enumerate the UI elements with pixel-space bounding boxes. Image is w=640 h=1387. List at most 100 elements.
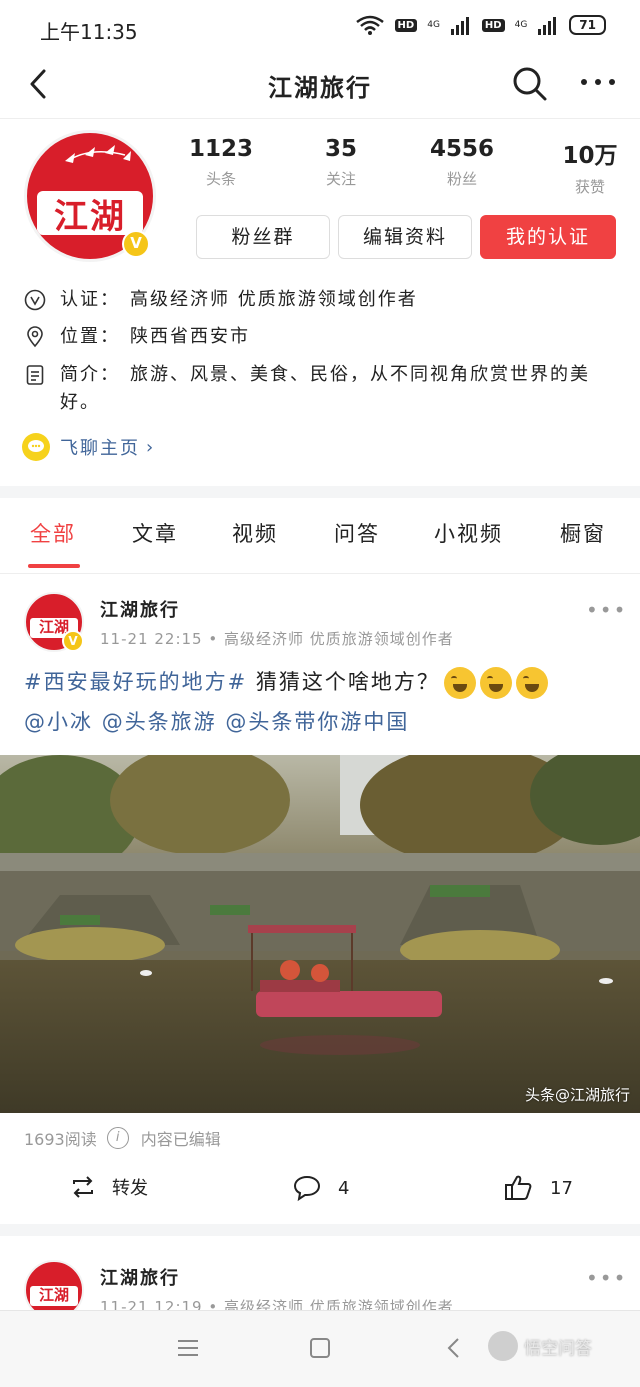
stat-label: 头条 bbox=[205, 170, 236, 188]
comment-bubble-icon bbox=[293, 1175, 321, 1202]
avatar-kites-icon bbox=[65, 145, 131, 163]
laughing-tears-emoji-icon: 😂 bbox=[479, 667, 512, 699]
feiliao-chat-icon bbox=[22, 433, 50, 461]
post-body: #西安最好玩的地方# 猜猜这个啥地方？😂😂😂 @小冰 @头条旅游 @头条带你游中… bbox=[24, 662, 624, 742]
active-tab-indicator bbox=[28, 564, 80, 568]
menu-icon[interactable] bbox=[176, 1337, 200, 1359]
edit-profile-button[interactable]: 编辑资料 bbox=[338, 215, 472, 259]
tab-all[interactable]: 全部 bbox=[30, 518, 76, 548]
avatar-logo-text: 江湖 bbox=[38, 1286, 69, 1304]
nav-divider bbox=[0, 118, 640, 119]
stat-label: 获赞 bbox=[574, 178, 605, 196]
my-verification-button[interactable]: 我的认证 bbox=[480, 215, 616, 259]
read-count: 1693阅读 bbox=[24, 1130, 97, 1149]
profile-stats: 1123 头条 35 关注 4556 粉丝 10万 获赞 bbox=[176, 136, 636, 196]
status-bar: 上午11:35 HD 4G HD 4G 71 bbox=[0, 0, 640, 54]
verified-badge: V bbox=[122, 230, 150, 258]
post-author[interactable]: 江湖旅行 bbox=[100, 1264, 180, 1290]
network-type: 4G bbox=[427, 19, 440, 30]
hashtag-link[interactable]: #西安最好玩的地方# bbox=[24, 670, 247, 694]
mention-link[interactable]: @头条带你游中国 bbox=[225, 710, 409, 734]
chat-bubble-icon bbox=[28, 440, 44, 452]
back-triangle-icon[interactable] bbox=[444, 1337, 464, 1359]
signal-icon-2 bbox=[538, 17, 557, 35]
like-count: 17 bbox=[550, 1177, 573, 1199]
post-text: 猜猜这个啥地方？ bbox=[247, 670, 440, 694]
system-nav-bar: 悟空问答 bbox=[0, 1310, 640, 1387]
post-verified-badge: V bbox=[62, 630, 84, 652]
laughing-tears-emoji-icon: 😂 bbox=[515, 667, 548, 699]
post-more-icon[interactable]: ••• bbox=[586, 1266, 627, 1290]
post-mentions: @小冰 @头条旅游 @头条带你游中国 bbox=[24, 702, 624, 742]
network-type-2: 4G bbox=[514, 19, 528, 30]
status-time: 上午11:35 bbox=[40, 20, 138, 44]
stat-following[interactable]: 35 关注 bbox=[286, 136, 396, 189]
post-photo[interactable]: 头条@江湖旅行 bbox=[0, 755, 640, 1113]
post-actions: 转发 4 17 bbox=[0, 1162, 640, 1218]
tab-articles[interactable]: 文章 bbox=[132, 518, 178, 548]
stat-label: 关注 bbox=[325, 170, 356, 188]
feiliao-homepage-link[interactable]: 飞聊主页 › bbox=[22, 432, 153, 462]
verification-text: 高级经济师 优质旅游领域创作者 bbox=[130, 289, 418, 310]
verification-row: 认证： 高级经济师 优质旅游领域创作者 bbox=[24, 286, 624, 314]
stat-value: 4556 bbox=[429, 136, 494, 162]
bio-text: 旅游、风景、美食、民俗，从不同视角欣赏世界的美好。 bbox=[60, 364, 590, 413]
content-tabs: 全部 文章 视频 问答 小视频 橱窗 bbox=[0, 500, 640, 574]
hd-badge-2: HD bbox=[481, 18, 505, 32]
repost-label: 转发 bbox=[112, 1178, 148, 1199]
thumbs-up-icon bbox=[505, 1175, 532, 1200]
location-row: 位置： 陕西省西安市 bbox=[24, 323, 624, 351]
watermark-text: 悟空问答 bbox=[524, 1338, 592, 1359]
section-divider bbox=[0, 486, 640, 498]
location-pin-icon bbox=[27, 326, 43, 348]
verified-v-icon bbox=[24, 289, 46, 311]
edited-label: 内容已编辑 bbox=[140, 1130, 221, 1149]
mention-link[interactable]: @头条旅游 bbox=[102, 710, 217, 734]
post-text-line-1: #西安最好玩的地方# 猜猜这个啥地方？😂😂😂 bbox=[24, 662, 624, 702]
post-read-stats: 1693阅读 i 内容已编辑 bbox=[24, 1126, 221, 1150]
top-nav: 江湖旅行 bbox=[0, 54, 640, 118]
comment-button[interactable]: 4 bbox=[292, 1174, 349, 1202]
wukong-logo-icon bbox=[488, 1331, 518, 1361]
document-icon bbox=[26, 365, 44, 385]
feiliao-link-text: 飞聊主页 bbox=[60, 438, 140, 459]
location-text: 陕西省西安市 bbox=[130, 326, 250, 347]
post-more-icon[interactable]: ••• bbox=[586, 598, 627, 622]
tab-qa[interactable]: 问答 bbox=[334, 518, 380, 548]
mention-link[interactable]: @小冰 bbox=[24, 710, 93, 734]
hd-badge: HD bbox=[394, 18, 418, 32]
laughing-tears-emoji-icon: 😂 bbox=[443, 667, 476, 699]
more-horizontal-icon[interactable] bbox=[578, 70, 618, 94]
repost-icon bbox=[73, 1176, 93, 1198]
post-divider bbox=[0, 1224, 640, 1236]
like-button[interactable]: 17 bbox=[504, 1174, 573, 1202]
stat-label: 粉丝 bbox=[446, 170, 477, 188]
post-header: 江湖 V 江湖旅行 11-21 22:15 • 高级经济师 优质旅游领域创作者 … bbox=[0, 592, 640, 660]
wifi-icon bbox=[355, 15, 384, 35]
photo-watermark: 头条@江湖旅行 bbox=[524, 1086, 630, 1104]
stat-headlines[interactable]: 1123 头条 bbox=[166, 136, 276, 189]
info-icon[interactable]: i bbox=[106, 1127, 129, 1149]
home-square-icon[interactable] bbox=[308, 1337, 332, 1359]
stat-value: 10万 bbox=[562, 143, 618, 169]
verification-label: 认证： bbox=[60, 289, 120, 310]
tab-short-videos[interactable]: 小视频 bbox=[434, 518, 503, 548]
location-label: 位置： bbox=[60, 326, 120, 347]
search-icon[interactable] bbox=[510, 64, 550, 104]
lake-scene-image bbox=[0, 755, 640, 1113]
repost-button[interactable]: 转发 bbox=[70, 1174, 148, 1200]
tab-showcase[interactable]: 橱窗 bbox=[560, 518, 606, 548]
stat-likes[interactable]: 10万 获赞 bbox=[535, 136, 640, 197]
bio-row: 简介： 旅游、风景、美食、民俗，从不同视角欣赏世界的美好。 bbox=[24, 361, 624, 417]
tab-videos[interactable]: 视频 bbox=[232, 518, 278, 548]
post-meta: 11-21 22:15 • 高级经济师 优质旅游领域创作者 bbox=[100, 630, 454, 648]
wukong-watermark: 悟空问答 bbox=[488, 1331, 592, 1361]
chevron-right-icon: › bbox=[146, 436, 154, 458]
comment-count: 4 bbox=[338, 1177, 350, 1199]
stat-followers[interactable]: 4556 粉丝 bbox=[407, 136, 517, 189]
battery-indicator: 71 bbox=[569, 15, 606, 35]
fans-group-button[interactable]: 粉丝群 bbox=[196, 215, 330, 259]
post-author[interactable]: 江湖旅行 bbox=[100, 596, 180, 622]
stat-value: 35 bbox=[324, 136, 357, 162]
signal-icon bbox=[450, 17, 469, 35]
